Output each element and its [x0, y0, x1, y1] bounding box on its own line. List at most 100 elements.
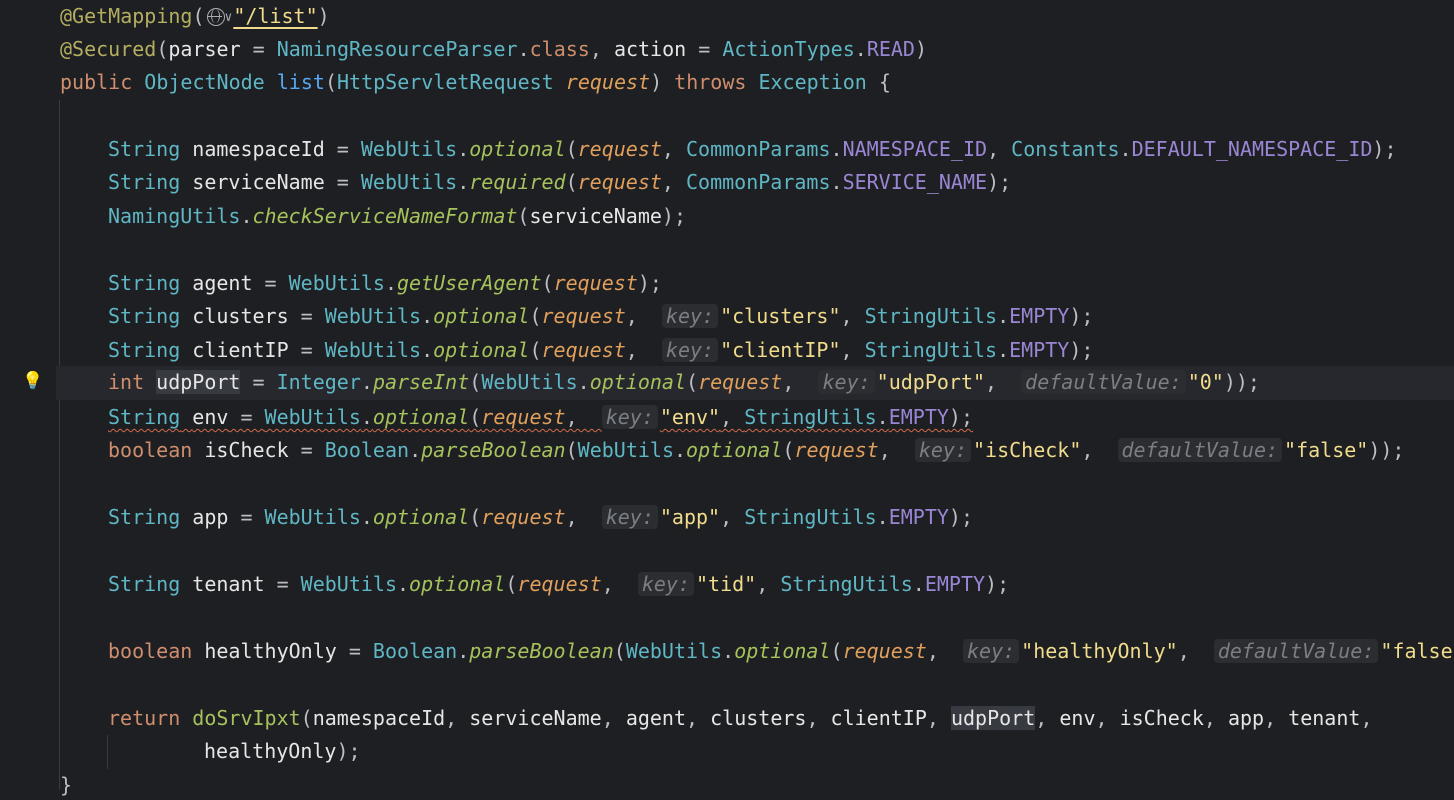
code-line-19[interactable]: boolean healthyOnly = Boolean.parseBoole…	[108, 635, 1454, 669]
class-ref[interactable]: WebUtils	[361, 137, 457, 161]
variable[interactable]: env	[192, 405, 228, 429]
code-line-12[interactable]: String env = WebUtils.optional(request, …	[108, 401, 973, 435]
code-editor[interactable]: 💡 @GetMapping(∨"/list") @Secured(parser …	[0, 0, 1454, 800]
class-ref[interactable]: StringUtils	[780, 572, 912, 596]
type[interactable]: String	[108, 271, 180, 295]
code-line-17[interactable]: String tenant = WebUtils.optional(reques…	[108, 568, 1009, 602]
variable[interactable]: healthyOnly	[204, 639, 336, 663]
param[interactable]: request	[481, 405, 565, 429]
string-literal[interactable]: "false"	[1380, 639, 1454, 663]
class-ref[interactable]: Constants	[1011, 137, 1119, 161]
class-ref[interactable]: WebUtils	[325, 304, 421, 328]
variable[interactable]: namespaceId	[192, 137, 324, 161]
method-call[interactable]: optional	[373, 505, 469, 529]
string-literal[interactable]: "env"	[660, 405, 720, 429]
field-ref[interactable]: EMPTY	[889, 405, 949, 429]
class-ref[interactable]: ObjectNode	[144, 70, 264, 94]
path-string[interactable]: "/list"	[233, 4, 317, 28]
class-ref[interactable]: Exception	[758, 70, 866, 94]
code-line-22[interactable]: healthyOnly);	[204, 735, 361, 769]
method-call[interactable]: optional	[734, 639, 830, 663]
method-call[interactable]: optional	[373, 405, 469, 429]
class-ref[interactable]: WebUtils	[265, 405, 361, 429]
variable[interactable]: agent	[192, 271, 252, 295]
variable[interactable]: serviceName	[529, 204, 661, 228]
field-ref[interactable]: READ	[867, 37, 915, 61]
type[interactable]: String	[108, 505, 180, 529]
chevron-down-icon[interactable]: ∨	[225, 10, 233, 25]
code-line-21[interactable]: return doSrvIpxt(namespaceId, serviceNam…	[108, 702, 1372, 736]
class-ref[interactable]: WebUtils	[361, 170, 457, 194]
class-ref[interactable]: NamingResourceParser	[277, 37, 518, 61]
class-ref[interactable]: HttpServletRequest	[337, 70, 554, 94]
type[interactable]: String	[108, 137, 180, 161]
variable[interactable]: tenant	[192, 572, 264, 596]
code-line-8[interactable]: String agent = WebUtils.getUserAgent(req…	[108, 267, 662, 301]
class-ref[interactable]: StringUtils	[865, 304, 997, 328]
variable[interactable]: namespaceId	[313, 706, 445, 730]
class-ref[interactable]: ActionTypes	[722, 37, 854, 61]
method-call[interactable]: optional	[433, 304, 529, 328]
code-line-4[interactable]: String namespaceId = WebUtils.optional(r…	[108, 133, 1397, 167]
method-name[interactable]: list	[277, 70, 325, 94]
string-literal[interactable]: "tid"	[696, 572, 756, 596]
string-literal[interactable]: "app"	[660, 505, 720, 529]
lightbulb-icon[interactable]: 💡	[22, 372, 43, 390]
variable[interactable]: healthyOnly	[204, 739, 336, 763]
type[interactable]: String	[108, 304, 180, 328]
field-ref[interactable]: EMPTY	[1009, 338, 1069, 362]
param[interactable]: request	[554, 271, 638, 295]
code-line-15[interactable]: String app = WebUtils.optional(request, …	[108, 501, 973, 535]
code-line-3[interactable]: public ObjectNode list(HttpServletReques…	[60, 66, 891, 100]
type[interactable]: String	[108, 405, 180, 429]
param[interactable]: request	[698, 370, 782, 394]
param[interactable]: request	[542, 304, 626, 328]
method-call[interactable]: parseBoolean	[421, 438, 566, 462]
variable[interactable]: clusters	[710, 706, 806, 730]
code-line-6[interactable]: NamingUtils.checkServiceNameFormat(servi…	[108, 200, 686, 234]
class-ref[interactable]: NamingUtils	[108, 204, 240, 228]
variable[interactable]: clientIP	[192, 338, 288, 362]
globe-icon[interactable]	[206, 8, 225, 26]
method-call[interactable]: doSrvIpxt	[192, 706, 300, 730]
code-line-1[interactable]: @GetMapping(∨"/list")	[60, 0, 330, 34]
code-line-23[interactable]: }	[60, 769, 72, 800]
class-ref[interactable]: WebUtils	[626, 639, 722, 663]
class-ref[interactable]: StringUtils	[865, 338, 997, 362]
method-call[interactable]: optional	[590, 370, 686, 394]
string-literal[interactable]: "false"	[1284, 438, 1368, 462]
method-call[interactable]: optional	[686, 438, 782, 462]
class-ref[interactable]: Integer	[277, 370, 361, 394]
class-ref[interactable]: WebUtils	[578, 438, 674, 462]
field-ref[interactable]: EMPTY	[925, 572, 985, 596]
param[interactable]: request	[517, 572, 601, 596]
string-literal[interactable]: "isCheck"	[973, 438, 1081, 462]
field-ref[interactable]: NAMESPACE_ID	[843, 137, 988, 161]
method-call[interactable]: parseInt	[373, 370, 469, 394]
param[interactable]: request	[794, 438, 878, 462]
variable[interactable]: serviceName	[192, 170, 324, 194]
class-ref[interactable]: Boolean	[325, 438, 409, 462]
method-call[interactable]: checkServiceNameFormat	[253, 204, 518, 228]
param[interactable]: request	[578, 170, 662, 194]
class-ref[interactable]: CommonParams	[686, 170, 831, 194]
string-literal[interactable]: "healthyOnly"	[1021, 639, 1178, 663]
method-call[interactable]: getUserAgent	[397, 271, 542, 295]
class-ref[interactable]: Boolean	[373, 639, 457, 663]
class-ref[interactable]: WebUtils	[289, 271, 385, 295]
variable[interactable]: agent	[626, 706, 686, 730]
code-line-9[interactable]: String clusters = WebUtils.optional(requ…	[108, 300, 1093, 334]
method-call[interactable]: optional	[469, 137, 565, 161]
class-ref[interactable]: WebUtils	[481, 370, 577, 394]
variable[interactable]: tenant	[1288, 706, 1360, 730]
class-ref[interactable]: StringUtils	[744, 505, 876, 529]
code-line-11-current[interactable]: int udpPort = Integer.parseInt(WebUtils.…	[56, 366, 1454, 400]
field-ref[interactable]: SERVICE_NAME	[843, 170, 988, 194]
string-literal[interactable]: "clientIP"	[720, 338, 840, 362]
param[interactable]: request	[843, 639, 927, 663]
method-call[interactable]: required	[469, 170, 565, 194]
param[interactable]: request	[542, 338, 626, 362]
class-ref[interactable]: WebUtils	[301, 572, 397, 596]
class-ref[interactable]: WebUtils	[325, 338, 421, 362]
class-ref[interactable]: StringUtils	[744, 405, 876, 429]
